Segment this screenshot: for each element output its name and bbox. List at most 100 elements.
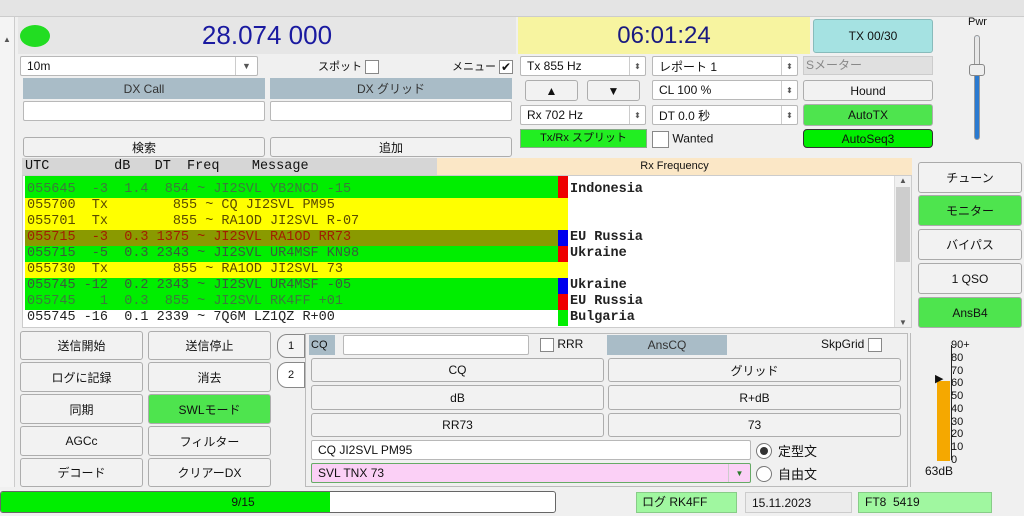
radio-selected-icon[interactable] — [756, 442, 772, 459]
decode-row[interactable]: 055730 Tx 855 ~ RA1OD JI2SVL 73 — [25, 262, 895, 278]
decode-country: Indonesia — [570, 182, 643, 197]
free-message-combo[interactable]: SVL TNX 73 ▼ — [311, 463, 751, 483]
search-button[interactable]: 検索 — [23, 137, 265, 157]
rr73-button[interactable]: RR73 — [311, 413, 604, 437]
menu-toggle[interactable]: メニュー ✔ — [452, 58, 514, 75]
decode-scrollbar[interactable]: ▲ ▼ — [894, 176, 911, 327]
left-scrollbar[interactable]: ▲ — [0, 17, 15, 487]
pwr-slider[interactable] — [969, 35, 985, 140]
report-value: レポート 1 — [659, 59, 718, 74]
r-db-button[interactable]: R+dB — [608, 385, 901, 410]
decode-row[interactable]: 055745 -12 0.2 2343 ~ JI2SVL UR4MSF -05 U… — [25, 278, 895, 294]
decode-button[interactable]: デコード — [20, 458, 143, 487]
agc-button[interactable]: AGCc — [20, 426, 143, 456]
decode-list[interactable]: 055645 -3 0.2 1375 ~ JI2SVL RA1OD -12 EU … — [22, 175, 912, 328]
tune-button[interactable]: チューン — [918, 162, 1022, 193]
tx-freq-spinbox[interactable]: Tx 855 Hz ⬍ — [520, 56, 646, 76]
autotx-button[interactable]: AutoTX — [803, 104, 933, 126]
tx-counter-button[interactable]: TX 00/30 — [813, 19, 933, 53]
wanted-toggle[interactable]: Wanted — [652, 131, 713, 148]
dx-grid-input[interactable] — [270, 101, 512, 121]
rrr-toggle[interactable]: RRR — [540, 337, 583, 352]
swl-mode-button[interactable]: SWLモード — [148, 394, 271, 424]
radio-unselected-icon[interactable] — [756, 465, 772, 482]
decode-message: 055745 1 0.3 855 ~ JI2SVL RK4FF +01 — [25, 294, 558, 310]
decode-row[interactable]: 055645 -3 1.4 854 ~ JI2SVL YB2NCD -15 Ind… — [25, 182, 895, 198]
sync-button[interactable]: 同期 — [20, 394, 143, 424]
spin-arrows-icon[interactable]: ⬍ — [629, 57, 645, 75]
cl-spinbox[interactable]: CL 100 % ⬍ — [652, 80, 798, 100]
report-spinbox[interactable]: レポート 1 ⬍ — [652, 56, 798, 76]
decode-row[interactable]: 055701 Tx 855 ~ RA1OD JI2SVL R-07 — [25, 214, 895, 230]
skpgrid-checkbox[interactable] — [867, 337, 882, 352]
meter-tick-label: 50 — [951, 390, 964, 403]
wanted-checkbox[interactable] — [652, 131, 669, 148]
one-qso-button[interactable]: 1 QSO — [918, 263, 1022, 294]
monitor-button[interactable]: モニター — [918, 195, 1022, 226]
decode-row[interactable]: 055715 -3 0.3 1375 ~ JI2SVL RA1OD RR73 EU… — [25, 230, 895, 246]
decode-message: 055701 Tx 855 ~ RA1OD JI2SVL R-07 — [25, 214, 558, 230]
meter-level-bar — [937, 380, 950, 461]
chevron-down-icon[interactable]: ▼ — [728, 464, 750, 482]
cq-input[interactable] — [343, 335, 529, 355]
skpgrid-toggle[interactable]: SkpGrid — [821, 337, 882, 352]
log-qso-button[interactable]: ログに記録 — [20, 362, 143, 392]
anscq-button[interactable]: AnsCQ — [607, 335, 727, 355]
tab-2[interactable]: 2 — [277, 362, 305, 388]
hound-button[interactable]: Hound — [803, 80, 933, 101]
standard-message-input[interactable]: CQ JI2SVL PM95 — [311, 440, 751, 460]
filter-button[interactable]: フィルター — [148, 426, 271, 456]
grid-button[interactable]: グリッド — [608, 358, 901, 382]
enable-tx-button[interactable]: 送信開始 — [20, 331, 143, 360]
decode-row[interactable]: 055700 Tx 855 ~ CQ JI2SVL PM95 — [25, 198, 895, 214]
scroll-down-icon[interactable]: ▼ — [895, 318, 911, 327]
spin-arrows-icon[interactable]: ⬍ — [781, 81, 797, 99]
erase-button[interactable]: 消去 — [148, 362, 271, 392]
db-button[interactable]: dB — [311, 385, 604, 410]
last-log-status: ログ RK4FF — [636, 492, 737, 513]
spin-arrows-icon[interactable]: ⬍ — [629, 106, 645, 124]
menu-checkbox[interactable]: ✔ — [499, 60, 514, 75]
tx-up-button[interactable]: ▲ — [525, 80, 578, 101]
utc-clock: 06:01:24 — [518, 17, 810, 54]
decode-message: 055715 -3 0.3 1375 ~ JI2SVL RA1OD RR73 — [25, 230, 558, 246]
73-button[interactable]: 73 — [608, 413, 901, 437]
autoseq-button[interactable]: AutoSeq3 — [803, 129, 933, 148]
spot-toggle[interactable]: スポット — [318, 58, 380, 75]
band-select[interactable]: 10m ▼ — [20, 56, 258, 76]
decode-row[interactable]: 055715 -5 0.3 2343 ~ JI2SVL UR4MSF KN98 U… — [25, 246, 895, 262]
spin-arrows-icon[interactable]: ⬍ — [781, 106, 797, 124]
free-message-radio[interactable]: 自由文 — [756, 464, 817, 483]
decode-row[interactable]: 055745 -16 0.1 2339 ~ 7Q6M LZ1QZ R+00 Bul… — [25, 310, 895, 326]
clear-dx-button[interactable]: クリアーDX — [148, 458, 271, 487]
spot-checkbox[interactable] — [365, 60, 380, 75]
band-value: 10m — [27, 59, 51, 73]
scroll-up-icon[interactable]: ▲ — [895, 176, 911, 185]
tx-down-button[interactable]: ▼ — [587, 80, 640, 101]
bypass-button[interactable]: バイパス — [918, 229, 1022, 260]
scrollbar-thumb[interactable] — [896, 187, 910, 262]
standard-message-radio[interactable]: 定型文 — [756, 441, 817, 460]
rrr-checkbox[interactable] — [540, 337, 554, 352]
scroll-up-icon[interactable]: ▲ — [0, 35, 14, 44]
ansb4-button[interactable]: AnsB4 — [918, 297, 1022, 328]
spin-arrows-icon[interactable]: ⬍ — [781, 57, 797, 75]
country-color-bar — [558, 262, 568, 278]
country-color-bar — [558, 198, 568, 214]
dt-spinbox[interactable]: DT 0.0 秒 ⬍ — [652, 105, 798, 125]
dx-call-input[interactable] — [23, 101, 265, 121]
decode-row[interactable]: 055645 -3 0.2 1375 ~ JI2SVL RA1OD -12 EU … — [25, 176, 895, 182]
cq-button[interactable]: CQ — [311, 358, 604, 382]
halt-tx-button[interactable]: 送信停止 — [148, 331, 271, 360]
country-color-bar — [558, 182, 568, 198]
cl-value: CL 100 % — [659, 83, 712, 97]
decode-country: Ukraine — [570, 278, 627, 293]
add-button[interactable]: 追加 — [270, 137, 512, 157]
tx-rx-split-button[interactable]: Tx/Rx スプリット — [520, 129, 647, 148]
rx-freq-spinbox[interactable]: Rx 702 Hz ⬍ — [520, 105, 646, 125]
pwr-slider-handle[interactable] — [969, 64, 985, 76]
meter-tick-label: 70 — [951, 364, 964, 377]
decode-row[interactable]: 055745 1 0.3 855 ~ JI2SVL RK4FF +01 EU Ru… — [25, 294, 895, 310]
free-message-value: SVL TNX 73 — [318, 466, 385, 480]
tab-1[interactable]: 1 — [277, 334, 305, 358]
